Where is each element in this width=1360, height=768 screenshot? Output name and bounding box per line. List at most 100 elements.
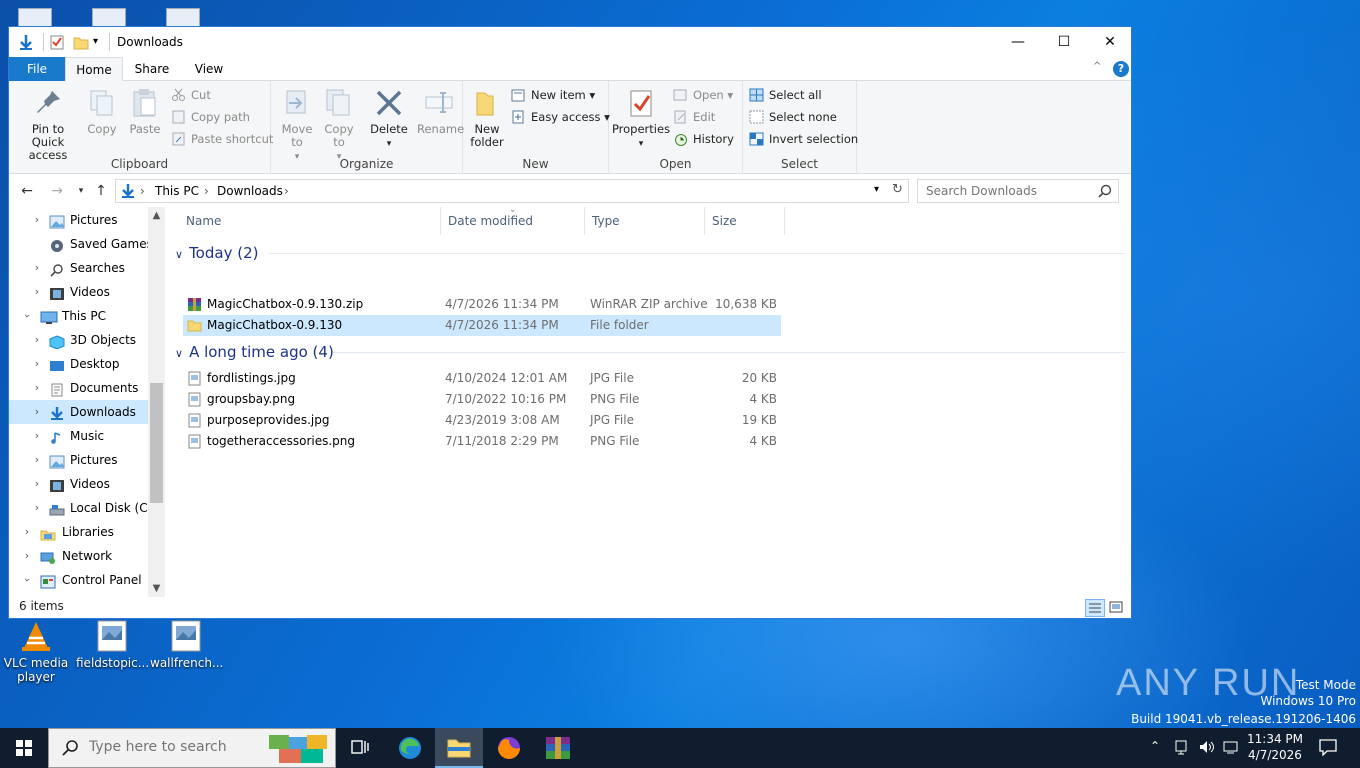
chevron-right-icon[interactable]: › <box>31 448 43 472</box>
paste-button[interactable]: Paste <box>125 87 165 136</box>
volume-icon[interactable] <box>1198 738 1216 768</box>
tab-view[interactable]: View <box>179 57 239 81</box>
nav-item-videos[interactable]: › Videos <box>9 280 149 304</box>
copy-to-button[interactable]: Copy to ▾ <box>321 87 357 164</box>
pin-quick-access-button[interactable]: Pin to Quick access <box>15 87 81 162</box>
nav-item-pictures[interactable]: › Pictures <box>9 448 149 472</box>
minimize-button[interactable]: — <box>995 27 1041 57</box>
nav-item-this-pc[interactable]: › This PC <box>9 304 149 328</box>
paste-shortcut-button[interactable]: Paste shortcut <box>171 129 273 149</box>
nav-item-searches[interactable]: › Searches <box>9 256 149 280</box>
file-row[interactable]: MagicChatbox-0.9.130.zip 4/7/2026 11:34 … <box>183 294 781 315</box>
file-row[interactable]: togetheraccessories.png 7/11/2018 2:29 P… <box>183 431 781 452</box>
column-header-size[interactable]: Size <box>705 207 785 235</box>
chevron-right-icon[interactable]: › <box>31 496 43 520</box>
taskbar-edge[interactable] <box>386 728 434 768</box>
chevron-right-icon[interactable]: › <box>31 376 43 400</box>
chevron-down-icon[interactable]: › <box>15 310 39 322</box>
nav-item-libraries[interactable]: › Libraries <box>9 520 149 544</box>
collapse-ribbon-icon[interactable]: ^ <box>1093 61 1101 72</box>
up-button[interactable]: ↑ <box>91 181 111 201</box>
task-view-button[interactable] <box>336 728 384 768</box>
desktop-icon-vlc[interactable]: VLC media player <box>0 620 72 684</box>
new-folder-quick-icon[interactable] <box>73 33 91 51</box>
file-row[interactable]: purposeprovides.jpg 4/23/2019 3:08 AM JP… <box>183 410 781 431</box>
scroll-thumb[interactable] <box>150 383 163 503</box>
taskbar-winrar[interactable] <box>534 728 582 768</box>
chevron-right-icon[interactable]: › <box>31 472 43 496</box>
address-bar[interactable]: › This PC › Downloads › ▾ ↻ <box>115 179 909 203</box>
nav-item-saved-games[interactable]: Saved Games <box>9 232 153 256</box>
back-button[interactable]: ← <box>17 181 37 201</box>
scroll-up-icon[interactable]: ▲ <box>148 207 165 224</box>
file-row[interactable]: groupsbay.png 7/10/2022 10:16 PM PNG Fil… <box>183 389 781 410</box>
breadcrumb-downloads[interactable]: Downloads <box>217 184 283 198</box>
nav-item-desktop[interactable]: › Desktop <box>9 352 149 376</box>
desktop-icon-recycle-bin[interactable] <box>18 8 52 28</box>
invert-selection-button[interactable]: Invert selection <box>749 129 858 149</box>
column-header-type[interactable]: Type <box>585 207 705 235</box>
chevron-right-icon[interactable]: › <box>31 280 43 304</box>
recent-locations-button[interactable]: ▾ <box>71 181 91 201</box>
help-icon[interactable]: ? <box>1113 61 1129 77</box>
nav-item-documents[interactable]: › Documents <box>9 376 149 400</box>
clock[interactable]: 11:34 PM 4/7/2026 <box>1244 731 1306 768</box>
group-header-today[interactable]: ∨ Today (2) <box>175 242 258 264</box>
chevron-right-icon[interactable]: › <box>21 520 33 544</box>
address-dropdown-icon[interactable]: ▾ <box>874 184 879 195</box>
chevron-right-icon[interactable]: › <box>31 328 43 352</box>
file-row[interactable]: fordlistings.jpg 4/10/2024 12:01 AM JPG … <box>183 368 781 389</box>
nav-item-videos[interactable]: › Videos <box>9 472 149 496</box>
details-view-button[interactable] <box>1085 599 1105 617</box>
taskbar-file-explorer[interactable] <box>435 728 483 768</box>
rename-button[interactable]: Rename <box>417 87 464 136</box>
forward-button[interactable]: → <box>47 181 67 201</box>
search-input[interactable] <box>926 184 1096 198</box>
taskbar-firefox[interactable] <box>485 728 533 768</box>
nav-item-music[interactable]: › Music <box>9 424 149 448</box>
search-icon[interactable] <box>1098 184 1112 201</box>
copy-button[interactable]: Copy <box>85 87 119 136</box>
desktop-icon-document[interactable] <box>92 8 126 28</box>
group-header-long-ago[interactable]: ∨ A long time ago (4) <box>175 341 334 363</box>
start-button[interactable] <box>0 728 48 768</box>
select-none-button[interactable]: Select none <box>749 107 837 127</box>
chevron-right-icon[interactable]: › <box>31 208 43 232</box>
nav-item-network[interactable]: › Network <box>9 544 149 568</box>
large-icons-view-button[interactable] <box>1107 599 1127 617</box>
chevron-right-icon[interactable]: › <box>21 544 33 568</box>
nav-scrollbar[interactable]: ▲ ▼ <box>148 207 165 597</box>
chevron-right-icon[interactable]: › <box>31 424 43 448</box>
scroll-down-icon[interactable]: ▼ <box>148 580 165 597</box>
cut-button[interactable]: Cut <box>171 85 211 105</box>
nav-item-local-disk[interactable]: › Local Disk (C:) <box>9 496 156 520</box>
nav-item-3d-objects[interactable]: › 3D Objects <box>9 328 149 352</box>
maximize-button[interactable]: ☐ <box>1041 27 1087 57</box>
show-hidden-icons-icon[interactable]: ⌃ <box>1150 739 1160 768</box>
copy-path-button[interactable]: Copy path <box>171 107 250 127</box>
desktop-icon-document[interactable] <box>166 8 200 28</box>
taskbar-search-input[interactable] <box>89 739 259 755</box>
taskbar-search-box[interactable] <box>48 728 336 768</box>
chevron-right-icon[interactable]: › <box>31 352 43 376</box>
column-header-name[interactable]: Name <box>179 207 441 235</box>
search-box[interactable] <box>917 179 1119 203</box>
open-button[interactable]: Open ▾ <box>673 85 733 105</box>
new-item-button[interactable]: New item ▾ <box>511 85 595 105</box>
nav-item-downloads[interactable]: › Downloads <box>9 400 149 424</box>
properties-button[interactable]: Properties ▾ <box>611 87 671 151</box>
nav-item-pictures[interactable]: › Pictures <box>9 208 149 232</box>
delete-button[interactable]: Delete ▾ <box>369 87 409 151</box>
tab-file[interactable]: File <box>9 57 65 81</box>
new-folder-button[interactable]: New folder <box>467 87 507 149</box>
tab-home[interactable]: Home <box>65 57 123 82</box>
chevron-right-icon[interactable]: › <box>31 400 43 424</box>
chevron-right-icon[interactable]: › <box>31 256 43 280</box>
move-to-button[interactable]: Move to ▾ <box>279 87 315 164</box>
notifications-icon[interactable] <box>1318 738 1338 768</box>
breadcrumb-this-pc[interactable]: This PC <box>155 184 199 198</box>
refresh-icon[interactable]: ↻ <box>892 182 903 197</box>
chevron-down-icon[interactable]: › <box>15 574 39 586</box>
desktop-icon-image-file[interactable]: fieldstopic... <box>76 620 149 670</box>
history-button[interactable]: History <box>673 129 734 149</box>
